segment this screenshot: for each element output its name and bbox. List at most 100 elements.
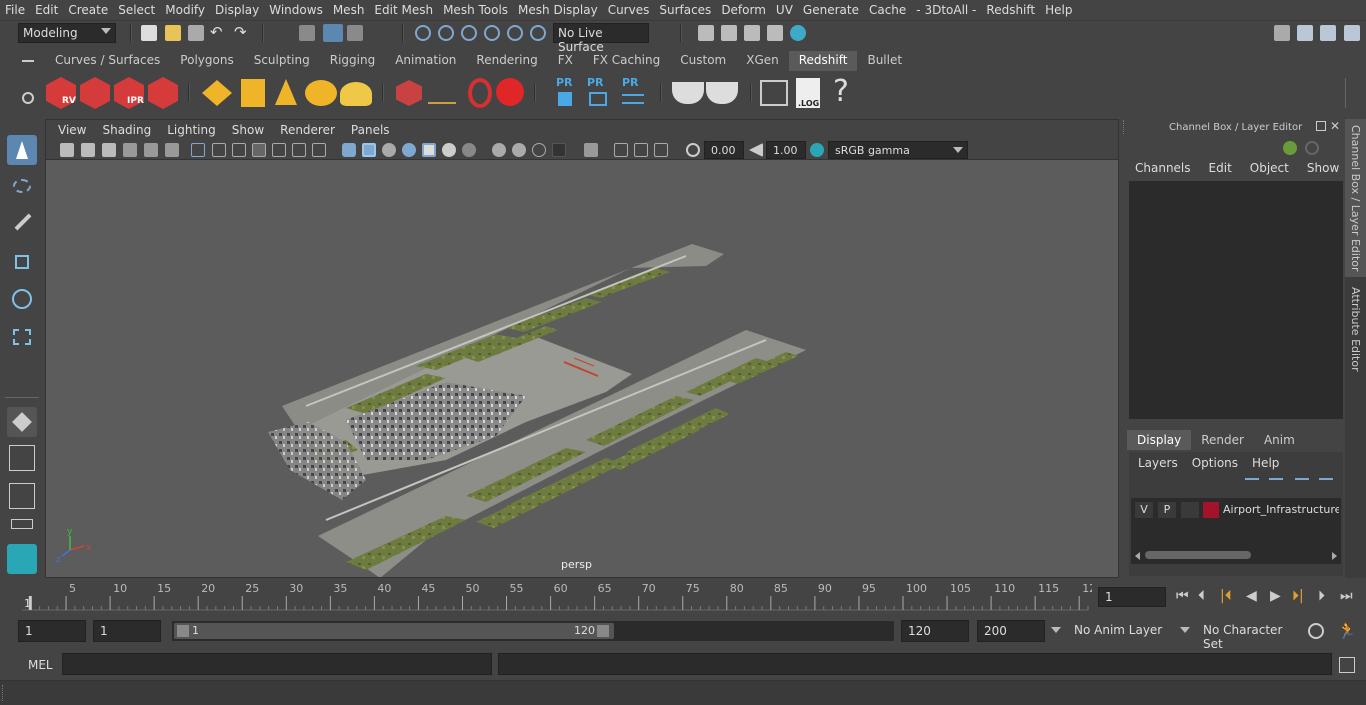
layer-row[interactable]: V P Airport_Infrastructure_: [1131, 500, 1341, 520]
menu-file[interactable]: File: [0, 3, 30, 17]
shadows-icon[interactable]: [462, 143, 476, 157]
redshift-help-icon[interactable]: ?: [833, 74, 849, 109]
snap-curve-icon[interactable]: [438, 25, 454, 41]
chevron-down-icon[interactable]: [1051, 627, 1061, 633]
viewport-menu-view[interactable]: View: [50, 123, 94, 137]
menu-mesh-display[interactable]: Mesh Display: [513, 3, 603, 17]
layer-scrollbar[interactable]: [1133, 550, 1339, 560]
grid-icon[interactable]: [191, 143, 205, 157]
wireframe-on-shaded-icon[interactable]: [382, 143, 396, 157]
field-chart-icon[interactable]: [272, 143, 286, 157]
viewport-menu-shading[interactable]: Shading: [94, 123, 159, 137]
menu-display[interactable]: Display: [210, 3, 264, 17]
menu-edit[interactable]: Edit: [30, 3, 63, 17]
script-editor-icon[interactable]: [1339, 657, 1355, 673]
layer-menu-help[interactable]: Help: [1245, 456, 1286, 470]
redshift-sphere-icon[interactable]: [496, 78, 524, 106]
menu-uv[interactable]: UV: [771, 3, 798, 17]
outliner-layout-icon[interactable]: [7, 481, 37, 511]
menu-edit-mesh[interactable]: Edit Mesh: [369, 3, 438, 17]
range-slider-handle[interactable]: [174, 623, 614, 639]
shelf-scroll[interactable]: [1345, 78, 1355, 108]
move-layer-up-icon[interactable]: [1245, 478, 1259, 490]
move-layer-down-icon[interactable]: [1269, 478, 1283, 490]
snap-live-icon[interactable]: [530, 25, 546, 41]
new-scene-icon[interactable]: [141, 25, 157, 41]
range-start-grip[interactable]: [177, 625, 189, 637]
open-scene-icon[interactable]: [165, 25, 181, 41]
attribute-editor-toggle-icon[interactable]: [1320, 25, 1336, 41]
layer-color-swatch[interactable]: [1203, 502, 1219, 518]
layer-menu-layers[interactable]: Layers: [1131, 456, 1185, 470]
layer-display-type-toggle[interactable]: [1181, 502, 1199, 518]
exposure-icon[interactable]: [686, 143, 700, 157]
timeline-layout-icon[interactable]: [7, 515, 37, 545]
go-to-start-icon[interactable]: ⏮: [1176, 588, 1189, 604]
menu-create[interactable]: Create: [63, 3, 113, 17]
redshift-shader-code-icon[interactable]: [760, 80, 788, 106]
character-set-selector[interactable]: No Character Set: [1197, 620, 1297, 651]
tab-bullet[interactable]: Bullet: [857, 51, 913, 71]
tab-fx[interactable]: FX: [547, 51, 583, 71]
redshift-volume-icon[interactable]: [396, 80, 422, 106]
tab-rigging[interactable]: Rigging: [319, 51, 386, 71]
tab-layer-anim[interactable]: Anim: [1253, 430, 1305, 450]
render-view-icon[interactable]: [698, 25, 714, 41]
select-hierarchy-icon[interactable]: [299, 25, 315, 41]
move-tool-icon[interactable]: [7, 247, 37, 277]
layer-menu-options[interactable]: Options: [1185, 456, 1245, 470]
viewport-menu-renderer[interactable]: Renderer: [272, 123, 343, 137]
ipr-render-icon[interactable]: [744, 25, 760, 41]
step-back-key-icon[interactable]: ⏴: [1198, 588, 1205, 604]
scale-tool-icon[interactable]: [7, 321, 37, 351]
safe-action-icon[interactable]: [292, 143, 306, 157]
redshift-sun-sky-icon[interactable]: [340, 82, 372, 106]
tab-layer-display[interactable]: Display: [1127, 430, 1192, 450]
color-management-icon[interactable]: [810, 143, 824, 157]
textured-icon[interactable]: [402, 143, 416, 157]
redshift-render-icon[interactable]: [80, 77, 110, 109]
grease-pencil-icon[interactable]: [165, 143, 179, 157]
layer-visibility-toggle[interactable]: V: [1135, 502, 1153, 518]
gate-mask-icon[interactable]: [252, 143, 266, 157]
snap-point-icon[interactable]: [461, 25, 477, 41]
redshift-bake-set-icon[interactable]: [706, 82, 738, 104]
range-end-grip[interactable]: [597, 625, 609, 637]
select-camera-icon[interactable]: [60, 143, 74, 157]
channel-box-toggle-icon[interactable]: [1344, 25, 1360, 41]
redshift-render-settings-icon[interactable]: [148, 77, 178, 109]
close-panel-icon[interactable]: ✕: [1330, 119, 1340, 133]
3d-scene[interactable]: x y z: [46, 160, 1118, 577]
rotate-tool-icon[interactable]: [7, 284, 37, 314]
scroll-right-icon[interactable]: [1332, 552, 1337, 560]
xray-icon[interactable]: [422, 143, 436, 157]
command-input[interactable]: [62, 653, 492, 675]
pr-export-icon[interactable]: [589, 92, 607, 106]
speed-icon[interactable]: [1305, 141, 1319, 155]
manipulator-icon[interactable]: [1283, 141, 1297, 155]
select-component-icon[interactable]: [347, 25, 363, 41]
layer-name[interactable]: Airport_Infrastructure_: [1223, 503, 1339, 516]
gamma-field[interactable]: 1.00: [766, 141, 806, 159]
menu-curves[interactable]: Curves: [603, 3, 655, 17]
tab-animation[interactable]: Animation: [385, 51, 467, 71]
channel-box-menu-edit[interactable]: Edit: [1200, 161, 1241, 175]
current-time-marker[interactable]: [28, 596, 32, 610]
range-slider[interactable]: 1 120: [172, 621, 894, 641]
step-forward-key-icon[interactable]: ⏵: [1318, 588, 1325, 604]
tab-redshift[interactable]: Redshift: [788, 51, 858, 71]
modeling-toolkit-icon[interactable]: [1297, 25, 1313, 41]
tab-rendering[interactable]: Rendering: [466, 51, 548, 71]
animation-start-field[interactable]: 1: [18, 620, 86, 642]
wireframe-icon[interactable]: [342, 143, 356, 157]
film-gate-icon[interactable]: [212, 143, 226, 157]
animation-end-field[interactable]: 200: [977, 620, 1045, 642]
2d-pan-zoom-icon[interactable]: [144, 143, 158, 157]
scroll-thumb[interactable]: [1145, 551, 1251, 559]
anti-aliasing-icon[interactable]: [532, 143, 546, 157]
float-panel-icon[interactable]: [1316, 121, 1326, 131]
redshift-light-cone-icon[interactable]: [275, 79, 297, 105]
menu-mesh[interactable]: Mesh: [328, 3, 370, 17]
isolate-select-icon[interactable]: [584, 143, 598, 157]
motion-blur-icon[interactable]: [512, 143, 526, 157]
